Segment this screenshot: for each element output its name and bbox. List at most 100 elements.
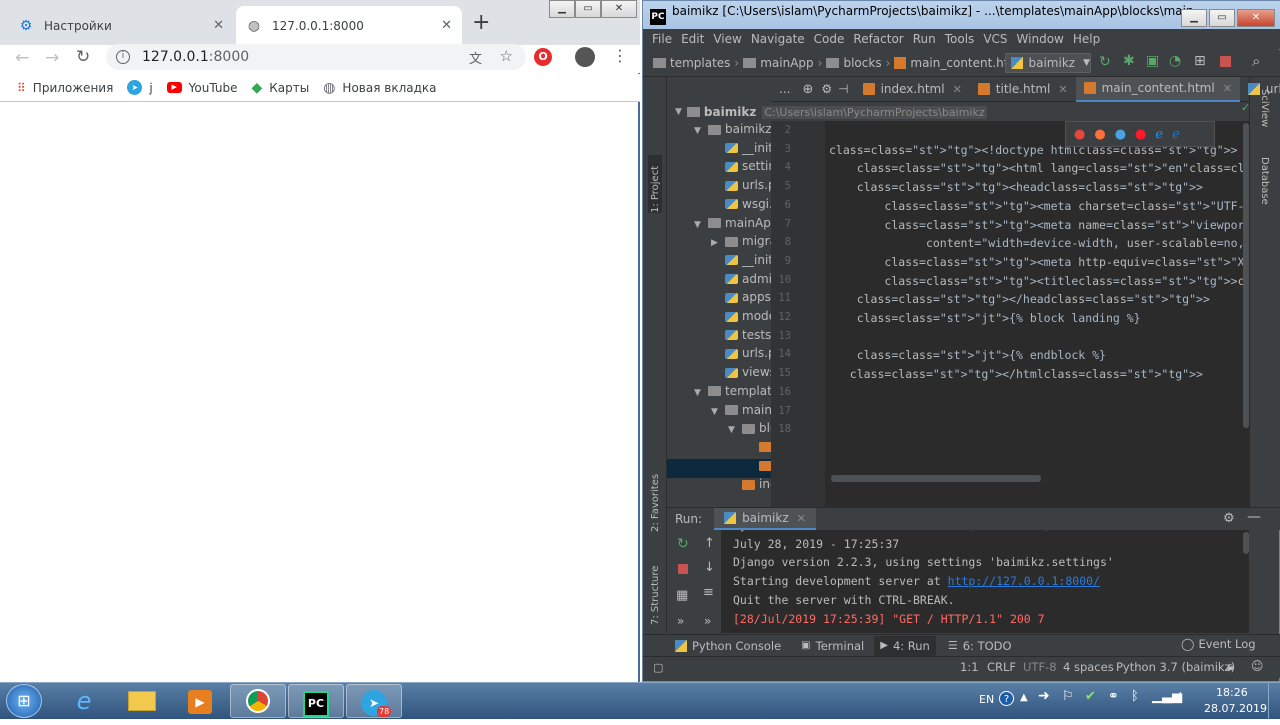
- tab-run[interactable]: ▶ 4: Run: [874, 635, 936, 656]
- nav-crumb[interactable]: mainApp: [760, 56, 813, 70]
- tree-item[interactable]: ▼ blo: [667, 421, 771, 440]
- search-icon[interactable]: ⌕: [1252, 52, 1260, 70]
- safari-browser-icon[interactable]: ●: [1115, 127, 1126, 142]
- address-bar[interactable]: i 127.0.0.1:8000 文 ☆: [106, 44, 526, 70]
- tab-index-html[interactable]: index.html ✕: [855, 77, 970, 102]
- status-encoding[interactable]: UTF-8: [1023, 660, 1057, 674]
- bluetooth-icon[interactable]: ᛒ: [1131, 689, 1139, 704]
- check-shield-icon[interactable]: ✔: [1085, 689, 1096, 704]
- rerun-icon[interactable]: ↻: [1099, 54, 1111, 70]
- run-tab-baimikz[interactable]: baimikz ✕: [714, 508, 816, 530]
- tree-item[interactable]: ▼ mainA: [667, 403, 771, 422]
- bookmark-apps[interactable]: ⠿ Приложения: [17, 76, 113, 100]
- menu-run[interactable]: Run: [913, 32, 936, 46]
- close-window-button[interactable]: ✕: [601, 0, 637, 18]
- menu-refactor[interactable]: Refactor: [853, 32, 903, 46]
- stop-icon[interactable]: [1220, 56, 1231, 67]
- translate-icon[interactable]: 文: [469, 48, 482, 67]
- build-icon[interactable]: ⊞: [1194, 53, 1206, 69]
- arrow-up-icon[interactable]: ↑: [704, 536, 715, 551]
- status-caret-position[interactable]: 1:1: [960, 660, 979, 674]
- target-icon[interactable]: ⊕: [802, 82, 813, 97]
- status-interpreter[interactable]: Python 3.7 (baimikz): [1116, 660, 1235, 674]
- bookmark-maps[interactable]: ◆ Карты: [251, 76, 309, 100]
- tree-item[interactable]: ▼ baimikz: [667, 122, 771, 141]
- gear-icon[interactable]: ⚙: [1223, 511, 1235, 526]
- tab-localhost[interactable]: ◍ 127.0.0.1:8000 ✕: [236, 6, 462, 45]
- server-url-link[interactable]: http://127.0.0.1:8000/: [948, 574, 1100, 588]
- info-icon[interactable]: i: [116, 50, 130, 64]
- flag-icon[interactable]: ⚐: [1062, 689, 1074, 704]
- menu-window[interactable]: Window: [1017, 32, 1064, 46]
- menu-file[interactable]: File: [652, 32, 672, 46]
- run-console-output[interactable]: System check identified no issues (0 sil…: [721, 530, 1249, 633]
- tab-urls-py[interactable]: urls.py✕: [1240, 77, 1280, 102]
- arrow-down-icon[interactable]: ↓: [704, 560, 715, 575]
- edge-browser-icon[interactable]: ℯ: [1172, 127, 1180, 142]
- tab-main-content-html[interactable]: main_content.html ✕: [1075, 76, 1240, 102]
- firefox-browser-icon[interactable]: ●: [1094, 127, 1105, 142]
- tab-overflow[interactable]: ...: [771, 77, 798, 102]
- tool-project[interactable]: 1: Project: [648, 155, 662, 213]
- clock-date[interactable]: 28.07.2019: [1204, 702, 1267, 715]
- reload-icon[interactable]: ↻: [76, 47, 90, 67]
- expand-tray-icon[interactable]: ▲: [1020, 692, 1028, 703]
- bookmark-youtube[interactable]: ▶ YouTube: [166, 76, 237, 100]
- coverage-icon[interactable]: ▣: [1146, 53, 1159, 69]
- taskbar-chrome[interactable]: [230, 684, 286, 718]
- tree-item[interactable]: model: [667, 309, 771, 328]
- tab-title-html[interactable]: title.html ✕: [970, 77, 1076, 102]
- settings-icon[interactable]: ⚙: [821, 82, 832, 96]
- tree-item[interactable]: ▼ mainApp: [667, 216, 771, 235]
- close-icon[interactable]: ✕: [441, 18, 452, 33]
- taskbar-ie[interactable]: e: [56, 684, 112, 718]
- language-indicator[interactable]: EN: [979, 693, 994, 706]
- tree-item[interactable]: setting: [667, 159, 771, 178]
- collapse-icon[interactable]: ⊣: [838, 82, 848, 96]
- tab-settings[interactable]: ⚙ Настройки ✕: [8, 6, 234, 45]
- menu-navigate[interactable]: Navigate: [751, 32, 805, 46]
- tree-item[interactable]: admin: [667, 272, 771, 291]
- layout-icon[interactable]: ▦: [676, 588, 688, 603]
- opera-icon[interactable]: O: [534, 48, 552, 66]
- star-icon[interactable]: ☆: [500, 47, 513, 65]
- status-line-separator[interactable]: CRLF: [987, 660, 1016, 674]
- run-config-select[interactable]: baimikz ▼: [1005, 53, 1091, 73]
- tree-item[interactable]: [667, 458, 771, 478]
- help-icon[interactable]: ?: [999, 691, 1014, 706]
- menu-dots-icon[interactable]: ⋮: [612, 46, 628, 65]
- forward-arrow-icon[interactable]: →: [45, 48, 59, 68]
- tree-item[interactable]: inc: [667, 477, 771, 496]
- close-icon[interactable]: ✕: [1223, 82, 1232, 95]
- tool-favorites[interactable]: 2: Favorites: [648, 462, 662, 532]
- tree-item[interactable]: urls.py: [667, 346, 771, 365]
- network-icon[interactable]: ⚭: [1108, 689, 1119, 704]
- vertical-scrollbar[interactable]: [1243, 123, 1249, 428]
- tree-root-row[interactable]: ▼ baimikz C:\Users\islam\PycharmProjects…: [667, 102, 1249, 122]
- tree-item[interactable]: wsgi.p: [667, 197, 771, 216]
- page-content[interactable]: [0, 103, 638, 681]
- ie-browser-icon[interactable]: ℯ: [1155, 127, 1163, 142]
- maximize-button[interactable]: ▭: [575, 0, 601, 18]
- back-arrow-icon[interactable]: ←: [15, 48, 29, 68]
- minimize-button[interactable]: ▁: [1181, 9, 1207, 27]
- inspector-icon[interactable]: ☺: [1251, 659, 1264, 673]
- tool-windows-icon[interactable]: ▢: [653, 661, 663, 674]
- close-window-button[interactable]: ✕: [1237, 9, 1275, 27]
- clock-time[interactable]: 18:26: [1216, 686, 1248, 699]
- menu-code[interactable]: Code: [814, 32, 845, 46]
- avatar[interactable]: [575, 47, 595, 67]
- code-editor[interactable]: class=class="st">"tg"><!doctype htmlclas…: [825, 121, 1249, 507]
- taskbar-telegram[interactable]: ➤ 78: [346, 684, 402, 718]
- show-desktop-button[interactable]: [1268, 683, 1280, 719]
- tool-database[interactable]: Database: [1259, 157, 1270, 227]
- bookmark-telegram[interactable]: ➤ j: [127, 76, 153, 100]
- maximize-button[interactable]: ▭: [1209, 9, 1235, 27]
- tree-item[interactable]: ▼ templates: [667, 384, 771, 403]
- status-indent[interactable]: 4 spaces: [1063, 660, 1114, 674]
- menu-view[interactable]: View: [713, 32, 741, 46]
- volume-icon[interactable]: 🔈︎: [1177, 688, 1185, 703]
- start-button[interactable]: ⊞: [6, 684, 42, 718]
- menu-vcs[interactable]: VCS: [983, 32, 1007, 46]
- horizontal-scrollbar[interactable]: [831, 475, 1041, 482]
